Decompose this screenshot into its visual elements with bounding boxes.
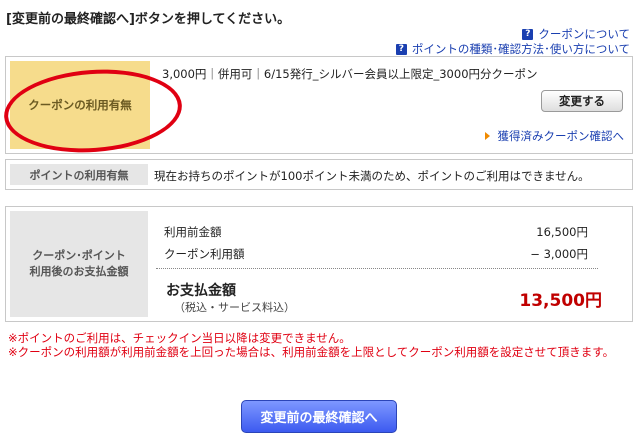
payment-label-line2: 利用後のお支払金額 (29, 265, 129, 278)
help-links: ? クーポンについて ? ポイントの種類･確認方法･使い方について (395, 27, 630, 57)
final-confirm-button[interactable]: 変更前の最終確認へ (241, 400, 397, 433)
payment-label-line1: クーポン･ポイント (32, 249, 126, 262)
coupon-about-label: クーポンについて (538, 27, 630, 41)
note-item: ※ポイントのご利用は、チェックイン当日以降は変更できません。 (8, 331, 351, 345)
coupon-amount-row: クーポン利用額 − 3,000円 (164, 246, 588, 262)
divider (156, 268, 598, 269)
payment-section: クーポン･ポイント 利用後のお支払金額 利用前金額 16,500円 クーポン利用… (5, 206, 633, 322)
coupon-usage-label: クーポンの利用有無 (10, 61, 150, 149)
coupon-description: 3,000円｜併用可｜6/15発行_シルバー会員以上限定_3000円分クーポン (162, 67, 538, 81)
points-usage-label: ポイントの利用有無 (10, 164, 148, 185)
points-section: ポイントの利用有無 現在お持ちのポイントが100ポイント未満のため、ポイントのご… (5, 159, 633, 190)
notes: ※ポイントのご利用は、チェックイン当日以降は変更できません。 ※クーポンの利用額… (8, 331, 634, 359)
acquired-coupons-label: 獲得済みクーポン確認へ (497, 129, 625, 143)
pre-amount-value: 16,500円 (536, 225, 588, 239)
points-about-label: ポイントの種類･確認方法･使い方について (411, 42, 630, 56)
total-amount: 13,500円 (519, 291, 602, 311)
question-icon: ? (522, 29, 534, 40)
instruction-text: [変更前の最終確認へ]ボタンを押してください。 (6, 12, 291, 27)
total-label: お支払金額 (166, 283, 236, 299)
arrow-right-icon (484, 132, 490, 140)
points-about-link[interactable]: ? ポイントの種類･確認方法･使い方について (395, 42, 630, 57)
pre-amount-row: 利用前金額 16,500円 (164, 224, 588, 240)
change-coupon-button[interactable]: 変更する (541, 90, 623, 112)
payment-label: クーポン･ポイント 利用後のお支払金額 (10, 211, 148, 317)
question-icon: ? (395, 44, 407, 55)
points-message: 現在お持ちのポイントが100ポイント未満のため、ポイントのご利用はできません。 (154, 169, 590, 183)
acquired-coupons-link[interactable]: 獲得済みクーポン確認へ (484, 128, 625, 144)
coupon-amount-label: クーポン利用額 (164, 247, 245, 261)
note-item: ※クーポンの利用額が利用前金額を上回った場合は、利用前金額を上限としてクーポン利… (8, 345, 615, 359)
pre-amount-label: 利用前金額 (164, 225, 222, 239)
total-subtext: （税込・サービス料込） (174, 301, 295, 314)
coupon-amount-value: − 3,000円 (530, 247, 588, 261)
coupon-about-link[interactable]: ? クーポンについて (396, 27, 630, 42)
